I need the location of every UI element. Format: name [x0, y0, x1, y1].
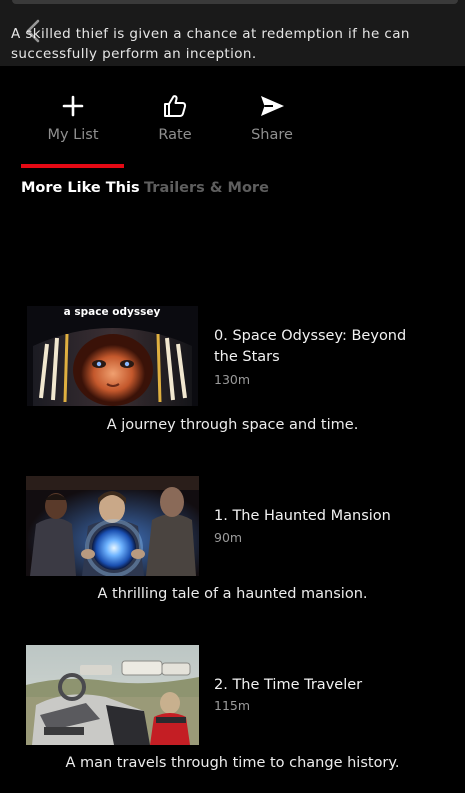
chevron-left-icon[interactable]: [22, 18, 46, 44]
my-list-button[interactable]: My List: [33, 92, 113, 143]
item-duration: 90m: [214, 530, 243, 545]
share-button[interactable]: Share: [232, 92, 312, 143]
poster-thumbnail[interactable]: [26, 476, 199, 576]
item-description: A journey through space and time.: [106, 417, 359, 433]
poster-thumbnail[interactable]: [26, 645, 199, 745]
synopsis-panel: A skilled thief is given a chance at red…: [0, 0, 465, 66]
item-duration: 130m: [214, 372, 251, 387]
plus-icon: [33, 92, 113, 120]
tab-more-like-this[interactable]: More Like This: [21, 180, 140, 196]
item-description: A thrilling tale of a haunted mansion.: [97, 586, 368, 602]
rate-button[interactable]: Rate: [135, 92, 215, 143]
poster-caption: a space odyssey: [64, 306, 161, 318]
space-odyssey-poster-art: a space odyssey: [27, 306, 198, 406]
item-description: A man travels through time to change his…: [65, 755, 400, 771]
item-duration: 115m: [214, 698, 251, 713]
synopsis-text: A skilled thief is given a chance at red…: [11, 26, 410, 62]
send-icon: [232, 92, 312, 120]
rate-label: Rate: [158, 127, 192, 143]
drag-handle[interactable]: [12, 0, 458, 4]
action-row: My List Rate Share: [0, 92, 465, 148]
active-tab-indicator: [21, 164, 124, 168]
item-title: 0. Space Odyssey: Beyond the Stars: [214, 328, 407, 365]
item-title: 2. The Time Traveler: [214, 677, 363, 693]
haunted-mansion-still-art: [26, 476, 199, 576]
my-list-label: My List: [47, 127, 99, 143]
poster-thumbnail[interactable]: a space odyssey: [27, 306, 198, 406]
time-traveler-still-art: [26, 645, 199, 745]
share-label: Share: [251, 127, 293, 143]
item-title: 1. The Haunted Mansion: [214, 508, 391, 524]
title-details-screen: A skilled thief is given a chance at red…: [0, 0, 465, 793]
thumbs-up-icon: [135, 92, 215, 120]
tab-trailers-more[interactable]: Trailers & More: [144, 180, 269, 196]
